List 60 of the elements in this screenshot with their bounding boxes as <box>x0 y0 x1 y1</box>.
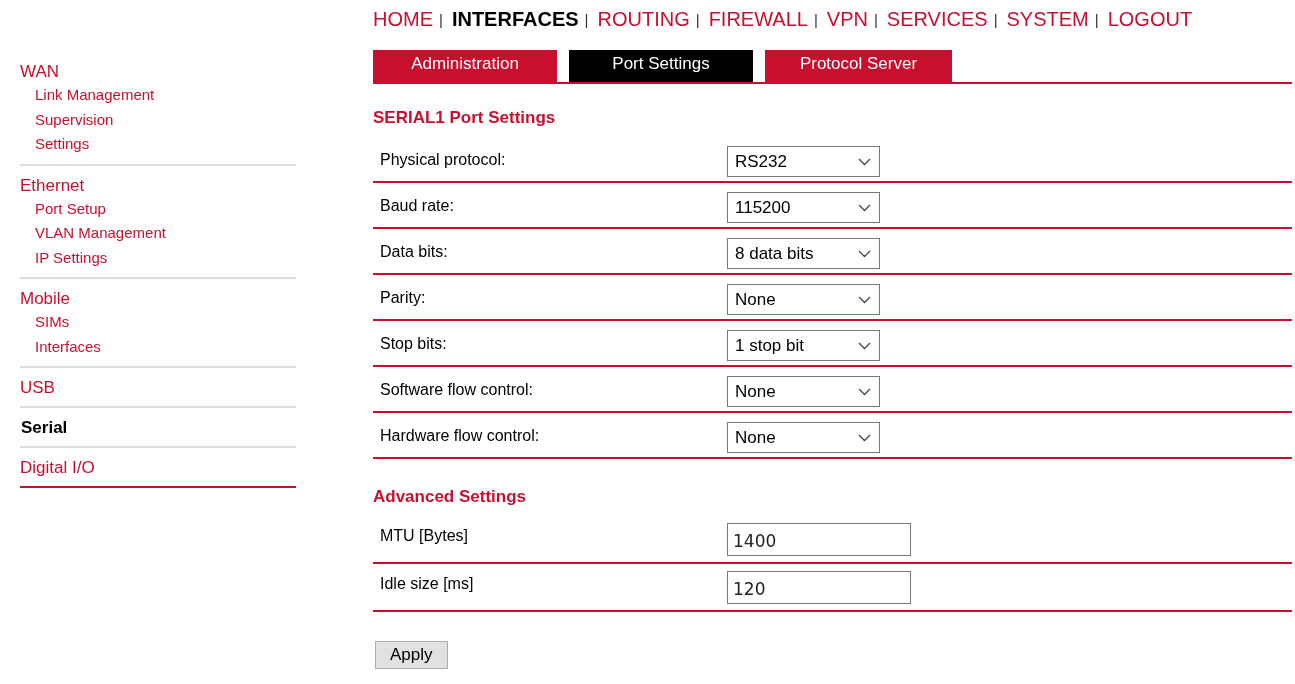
nav-link[interactable]: FIREWALL <box>708 7 808 31</box>
nav-link[interactable]: ROUTING <box>597 7 690 31</box>
field-label: Data bits: <box>380 243 449 261</box>
field-label: Parity: <box>380 289 427 307</box>
dropdown[interactable]: 115200 <box>727 192 880 223</box>
nav-link[interactable]: VPN <box>826 7 868 31</box>
sidebar-item[interactable]: Serial <box>21 417 68 439</box>
field-label: Software flow control: <box>380 381 534 399</box>
nav-link[interactable]: LOGOUT <box>1107 7 1193 31</box>
sidebar-item[interactable]: Digital I/O <box>20 457 95 479</box>
nav-separator: | <box>1094 10 1099 28</box>
dropdown[interactable]: RS232 <box>727 146 880 177</box>
field-label: Idle size [ms] <box>380 575 475 593</box>
dropdown[interactable]: None <box>727 376 880 407</box>
chevron-icon <box>858 387 871 396</box>
sidebar-item[interactable]: WAN <box>20 61 60 83</box>
sidebar-subitem[interactable]: Port Setup <box>35 196 106 221</box>
sidebar-subitem[interactable]: Settings <box>35 132 90 157</box>
chevron-icon <box>858 203 871 212</box>
nav-separator: | <box>695 10 700 28</box>
field-label: Physical protocol: <box>380 151 507 169</box>
apply-button[interactable]: Apply <box>375 641 448 669</box>
chevron-icon <box>858 249 871 258</box>
chevron-icon <box>858 341 871 350</box>
sidebar-item[interactable]: Ethernet <box>20 174 85 197</box>
tab[interactable]: Administration <box>373 50 557 82</box>
sidebar-item[interactable]: USB <box>20 377 55 399</box>
chevron-icon <box>858 295 871 304</box>
nav-separator: | <box>993 10 998 28</box>
chevron-icon <box>858 433 871 442</box>
nav-separator: | <box>813 10 818 28</box>
nav-link[interactable]: INTERFACES <box>451 7 579 31</box>
field-label: Hardware flow control: <box>380 427 541 445</box>
sidebar-subitem[interactable]: SIMs <box>35 310 70 335</box>
sidebar-subitem[interactable]: VLAN Management <box>35 221 166 246</box>
nav-separator: | <box>584 10 589 28</box>
sidebar-subitem[interactable]: Supervision <box>35 107 114 132</box>
section-heading: Advanced Settings <box>373 487 527 507</box>
nav-separator: | <box>439 10 443 28</box>
nav-link[interactable]: SYSTEM <box>1006 7 1089 31</box>
section-heading: SERIAL1 Port Settings <box>373 108 556 128</box>
nav-link[interactable]: SERVICES <box>886 7 988 31</box>
input-field[interactable]: 1400 <box>727 523 911 556</box>
dropdown[interactable]: 8 data bits <box>727 238 880 269</box>
tab[interactable]: Protocol Server <box>765 50 952 82</box>
dropdown[interactable]: None <box>727 284 880 315</box>
nav-separator: | <box>873 10 878 28</box>
dropdown[interactable]: 1 stop bit <box>727 330 880 361</box>
field-label: Stop bits: <box>380 335 448 353</box>
sidebar-subitem[interactable]: IP Settings <box>35 245 108 270</box>
input-field[interactable]: 120 <box>727 571 911 604</box>
tab[interactable]: Port Settings <box>569 50 753 82</box>
nav-link[interactable]: HOME <box>373 7 433 31</box>
sidebar-subitem[interactable]: Link Management <box>35 83 155 108</box>
sidebar-subitem[interactable]: Interfaces <box>35 334 101 359</box>
field-label: MTU [Bytes] <box>380 527 469 545</box>
chevron-icon <box>858 157 871 166</box>
dropdown[interactable]: None <box>727 422 880 453</box>
sidebar-item[interactable]: Mobile <box>20 288 71 310</box>
field-label: Baud rate: <box>380 197 455 215</box>
